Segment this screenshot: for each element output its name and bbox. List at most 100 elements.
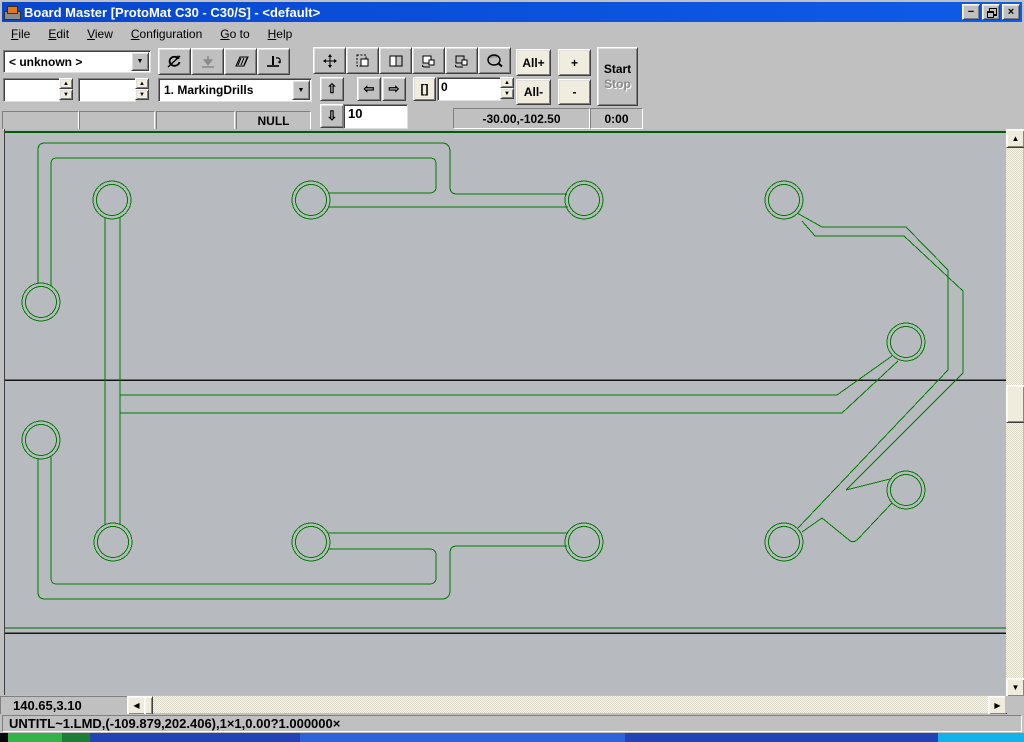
spin-down-icon[interactable]: ▼ bbox=[59, 89, 73, 100]
move-button[interactable] bbox=[313, 47, 346, 74]
pad-circle bbox=[565, 523, 603, 561]
hscroll-thumb[interactable] bbox=[144, 696, 153, 715]
vscroll-thumb[interactable] bbox=[1006, 385, 1024, 423]
move-cross-icon bbox=[322, 53, 338, 69]
insert-button[interactable] bbox=[191, 48, 224, 75]
pad-circle bbox=[26, 425, 57, 456]
move-right-button[interactable]: ⇨ bbox=[382, 77, 406, 101]
menu-item-view[interactable]: View bbox=[78, 25, 122, 43]
hscroll-track[interactable] bbox=[127, 696, 1005, 713]
pad-circle bbox=[296, 527, 327, 558]
pad-circle bbox=[891, 475, 922, 506]
minus-button[interactable]: - bbox=[558, 79, 591, 105]
menu-item-edit[interactable]: Edit bbox=[39, 25, 78, 43]
rotate-phase-button[interactable] bbox=[158, 48, 191, 75]
menu-item-go-to[interactable]: Go to bbox=[211, 25, 258, 43]
all-plus-button[interactable]: All+ bbox=[516, 49, 551, 76]
app-icon[interactable] bbox=[4, 5, 20, 19]
x-position-field[interactable] bbox=[3, 78, 60, 102]
layer-back-icon bbox=[420, 54, 437, 68]
bring-to-front-button[interactable] bbox=[445, 47, 478, 74]
restore-icon bbox=[987, 8, 996, 16]
pad-circle bbox=[97, 185, 128, 216]
status-cell-2 bbox=[79, 111, 155, 130]
pad-circle bbox=[765, 181, 803, 219]
spin-up-icon[interactable]: ▲ bbox=[59, 78, 73, 89]
y-position-value bbox=[79, 81, 82, 95]
minimize-button[interactable]: − bbox=[962, 4, 980, 20]
select-area-button[interactable] bbox=[346, 47, 379, 74]
plus-button[interactable]: + bbox=[558, 49, 591, 76]
pcb-preview bbox=[5, 129, 1007, 695]
chevron-down-icon[interactable]: ▼ bbox=[131, 52, 149, 71]
spin-up-icon[interactable]: ▲ bbox=[135, 78, 149, 89]
step-field[interactable]: 10 bbox=[343, 104, 408, 129]
mirror-view-button[interactable] bbox=[379, 47, 412, 74]
select-rect-icon bbox=[355, 53, 371, 69]
rotate-slash-icon bbox=[166, 53, 183, 70]
pad-circle bbox=[887, 471, 925, 509]
time-cell: 0:00 bbox=[590, 108, 643, 129]
status-bar: UNTITL~1.LMD,(-109.879,202.406),1×1,0.00… bbox=[0, 714, 1024, 733]
scroll-up-button[interactable]: ▲ bbox=[1006, 129, 1024, 148]
phase-combobox-value: < unknown > bbox=[4, 55, 130, 69]
y-position-field[interactable] bbox=[78, 78, 136, 102]
menu-item-file[interactable]: File bbox=[2, 25, 39, 43]
hatch-area-icon bbox=[232, 55, 250, 68]
isolation-trace bbox=[120, 361, 898, 413]
up-arrow-icon: ⇧ bbox=[327, 81, 338, 97]
two-panels-icon bbox=[388, 54, 404, 68]
pad-circle bbox=[93, 181, 131, 219]
move-left-button[interactable]: ⇦ bbox=[357, 77, 381, 101]
isolation-trace bbox=[797, 213, 948, 528]
file-status-text: UNTITL~1.LMD,(-109.879,202.406),1×1,0.00… bbox=[2, 715, 1022, 732]
close-button[interactable]: × bbox=[1002, 4, 1020, 20]
menu-item-configuration[interactable]: Configuration bbox=[122, 25, 211, 43]
menu-item-help[interactable]: Help bbox=[259, 25, 302, 43]
download-arrow-icon bbox=[200, 55, 216, 69]
all-minus-button[interactable]: All- bbox=[516, 79, 551, 105]
x-position-spinner[interactable]: ▲ ▼ bbox=[59, 78, 73, 100]
start-stop-button[interactable]: Start Stop bbox=[597, 47, 638, 106]
phase-combobox[interactable]: < unknown > ▼ bbox=[3, 50, 151, 73]
spin-down-icon[interactable]: ▼ bbox=[135, 89, 149, 100]
tool-change-button[interactable] bbox=[257, 48, 290, 75]
pad-circle bbox=[98, 527, 129, 558]
down-arrow-icon: ⇩ bbox=[327, 108, 338, 124]
stop-label: Stop bbox=[604, 77, 631, 92]
pad-circle bbox=[296, 185, 327, 216]
y-position-spinner[interactable]: ▲ ▼ bbox=[135, 78, 149, 100]
move-up-button[interactable]: ⇧ bbox=[320, 77, 344, 101]
step-value: 10 bbox=[344, 106, 362, 121]
count-field[interactable]: 0 bbox=[437, 77, 501, 101]
isolation-trace bbox=[802, 221, 963, 490]
count-spinner[interactable]: ▲ ▼ bbox=[500, 77, 514, 99]
board-canvas[interactable] bbox=[4, 129, 1008, 695]
pad-circle bbox=[22, 283, 60, 321]
scroll-down-button[interactable]: ▼ bbox=[1006, 678, 1024, 697]
window-title: Board Master [ProtoMat C30 - C30/S] - <d… bbox=[24, 5, 320, 20]
tool-combobox[interactable]: 1. MarkingDrills ▼ bbox=[158, 78, 312, 102]
close-icon: × bbox=[1008, 7, 1014, 18]
taskbar-segment bbox=[625, 733, 938, 742]
restore-button[interactable] bbox=[982, 4, 1000, 20]
zoom-button[interactable] bbox=[478, 47, 511, 74]
vertical-scrollbar[interactable]: ▲ ▼ bbox=[1006, 129, 1023, 695]
pad-circle bbox=[765, 523, 803, 561]
isolation-trace bbox=[51, 457, 436, 584]
layer-front-icon bbox=[453, 54, 470, 68]
left-arrow-icon: ⇦ bbox=[364, 81, 375, 97]
move-down-button[interactable]: ⇩ bbox=[320, 104, 344, 128]
taskbar-segment bbox=[300, 733, 625, 742]
scroll-right-icon: ▶ bbox=[994, 701, 1000, 710]
chevron-down-icon[interactable]: ▼ bbox=[292, 80, 310, 100]
title-bar: Board Master [ProtoMat C30 - C30/S] - <d… bbox=[2, 2, 1022, 22]
tool-change-icon bbox=[265, 54, 283, 69]
send-to-back-button[interactable] bbox=[412, 47, 445, 74]
brackets-button[interactable]: [] bbox=[413, 77, 436, 101]
spin-down-icon[interactable]: ▼ bbox=[500, 88, 514, 99]
magnifier-icon bbox=[486, 53, 504, 68]
spin-up-icon[interactable]: ▲ bbox=[500, 77, 514, 88]
pad-circle bbox=[769, 185, 800, 216]
milling-area-button[interactable] bbox=[224, 48, 257, 75]
